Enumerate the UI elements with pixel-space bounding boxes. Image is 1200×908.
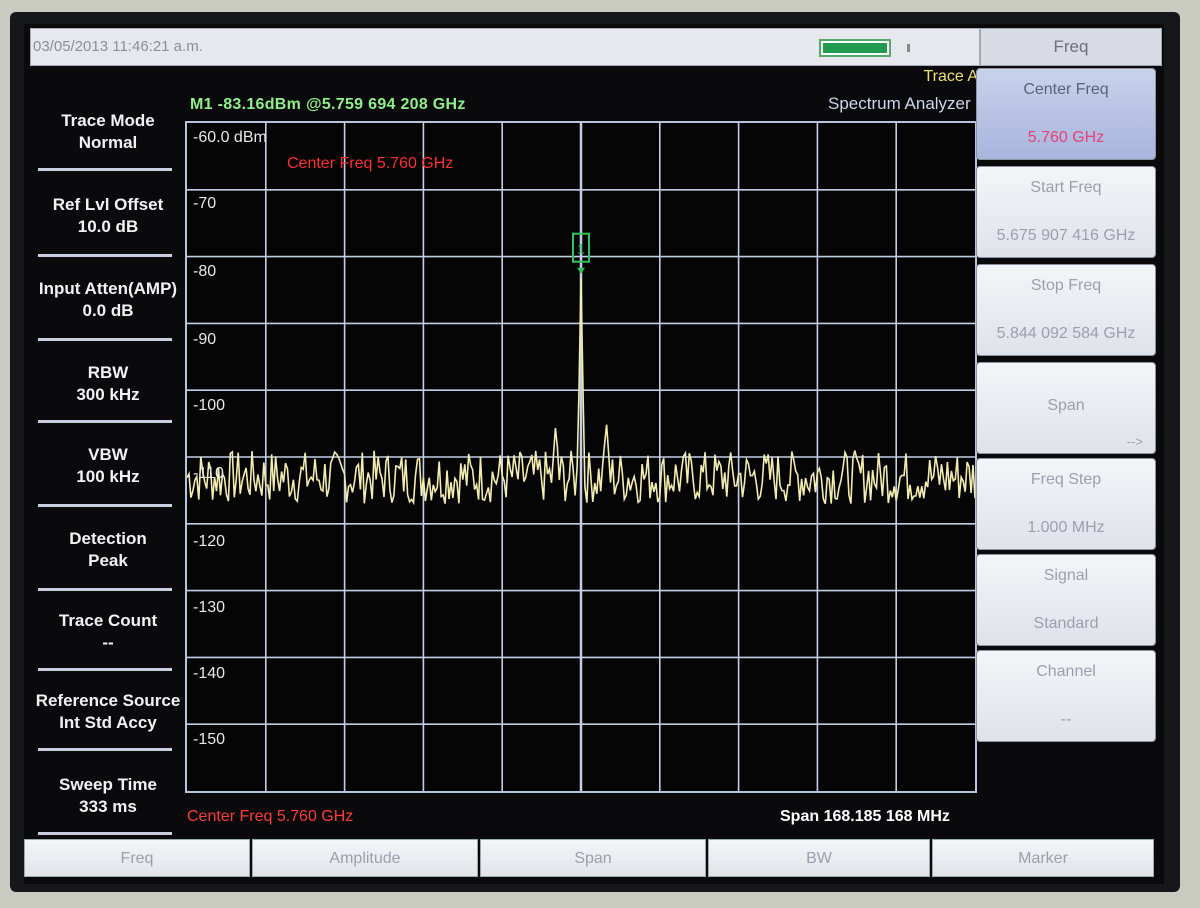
param-trace-count[interactable]: Trace Count -- — [34, 610, 182, 654]
tab-marker[interactable]: Marker — [932, 839, 1154, 877]
softkey-menu: Freq Center Freq 5.760 GHz Start Freq 5.… — [976, 28, 1164, 748]
param-sweep-time[interactable]: Sweep Time 333 ms — [34, 774, 182, 818]
y-tick: -140 — [193, 665, 226, 682]
battery-icon — [819, 39, 891, 57]
divider — [38, 254, 172, 257]
softkey-stop-freq[interactable]: Stop Freq 5.844 092 584 GHz — [976, 264, 1156, 356]
main-menu-tabs: Freq Amplitude Span BW Marker — [24, 839, 1154, 877]
softkey-start-freq[interactable]: Start Freq 5.675 907 416 GHz — [976, 166, 1156, 258]
battery-tip — [907, 44, 910, 52]
footer-span: Span 168.185 168 MHz — [780, 808, 950, 825]
plot-center-freq: Center Freq 5.760 GHz — [287, 155, 454, 172]
tab-freq[interactable]: Freq — [24, 839, 250, 877]
param-reference-source[interactable]: Reference Source Int Std Accy — [34, 690, 182, 734]
y-tick: -130 — [193, 599, 226, 616]
divider — [38, 168, 172, 171]
param-vbw[interactable]: VBW 100 kHz — [34, 444, 182, 488]
marker-1-label: 1 — [577, 241, 585, 257]
divider — [38, 748, 172, 751]
param-detection[interactable]: Detection Peak — [34, 528, 182, 572]
marker-1-triangle — [577, 267, 585, 274]
marker-readout: M1 -83.16dBm @5.759 694 208 GHz — [190, 96, 466, 113]
param-rbw[interactable]: RBW 300 kHz — [34, 362, 182, 406]
softkey-menu-title: Freq — [980, 28, 1162, 66]
tab-amplitude[interactable]: Amplitude — [252, 839, 478, 877]
softkey-center-freq[interactable]: Center Freq 5.760 GHz — [976, 68, 1156, 160]
mode-label: Spectrum Analyzer — [828, 94, 971, 113]
spectrum-graph: 1 — [187, 123, 975, 791]
status-bar: 03/05/2013 11:46:21 a.m. — [30, 28, 980, 66]
divider — [38, 504, 172, 507]
y-tick: -150 — [193, 731, 226, 748]
spectrum-plot[interactable]: 1 -60.0 dBm -70 -80 -90 -100 -110 -120 -… — [185, 121, 977, 793]
divider — [38, 420, 172, 423]
y-tick: -80 — [193, 263, 217, 280]
param-ref-lvl-offset[interactable]: Ref Lvl Offset 10.0 dB — [34, 194, 182, 238]
parameter-panel: Trace Mode Normal Ref Lvl Offset 10.0 dB I… — [24, 102, 184, 842]
param-trace-mode[interactable]: Trace Mode Normal — [34, 110, 182, 154]
softkey-signal-standard[interactable]: Signal Standard — [976, 554, 1156, 646]
y-tick: -100 — [193, 397, 226, 414]
y-tick: -120 — [193, 533, 226, 550]
analyzer-screen: 03/05/2013 11:46:21 a.m. Trace A Spectru… — [24, 24, 1164, 884]
y-tick: -110 — [193, 465, 224, 482]
y-tick: -90 — [193, 331, 217, 348]
divider — [38, 832, 172, 835]
datetime: 03/05/2013 11:46:21 a.m. — [33, 38, 203, 55]
footer-center-freq: Center Freq 5.760 GHz — [187, 808, 354, 825]
submenu-arrow-icon: --> — [1126, 434, 1143, 449]
divider — [38, 668, 172, 671]
tab-span[interactable]: Span — [480, 839, 706, 877]
ref-level-label: -60.0 dBm — [193, 129, 267, 146]
y-tick: -70 — [193, 195, 217, 212]
trace-label: Trace A — [923, 68, 978, 85]
divider — [38, 338, 172, 341]
softkey-span[interactable]: Span --> — [976, 362, 1156, 454]
softkey-channel[interactable]: Channel -- — [976, 650, 1156, 742]
divider — [38, 588, 172, 591]
param-input-atten[interactable]: Input Atten(AMP) 0.0 dB — [34, 278, 182, 322]
tab-bw[interactable]: BW — [708, 839, 930, 877]
softkey-freq-step[interactable]: Freq Step 1.000 MHz — [976, 458, 1156, 550]
